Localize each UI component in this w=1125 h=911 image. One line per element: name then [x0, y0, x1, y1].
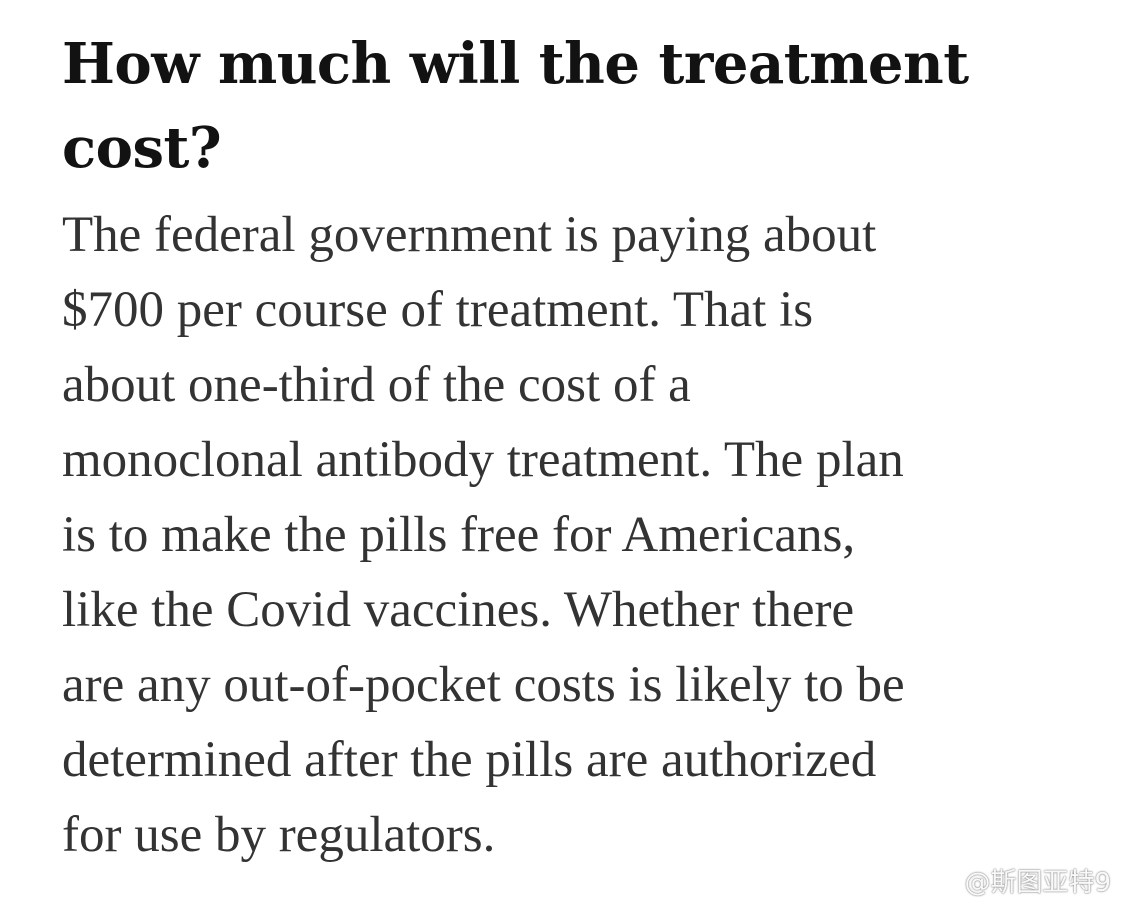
- body-line: is to make the pills free for Americans,: [62, 507, 856, 563]
- body-line: about one-third of the cost of a: [62, 357, 691, 413]
- weibo-icon: [920, 869, 955, 895]
- body-line: monoclonal antibody treatment. The plan: [62, 432, 904, 488]
- body-line: are any out-of-pocket costs is likely to…: [62, 657, 905, 713]
- watermark-text: @斯图亚特9: [964, 868, 1111, 898]
- article-headline: How much will the treatment cost?: [62, 22, 1102, 190]
- article: How much will the treatment cost? The fe…: [62, 22, 1102, 873]
- body-line: like the Covid vaccines. Whether there: [62, 582, 855, 638]
- article-body: The federal government is paying about $…: [62, 198, 1102, 873]
- headline-line: cost?: [62, 115, 222, 181]
- body-line: The federal government is paying about: [62, 207, 877, 263]
- body-line: $700 per course of treatment. That is: [62, 282, 814, 338]
- watermark: @斯图亚特9: [918, 862, 1111, 899]
- headline-line: How much will the treatment: [62, 31, 969, 97]
- body-line: determined after the pills are authorize…: [62, 732, 877, 788]
